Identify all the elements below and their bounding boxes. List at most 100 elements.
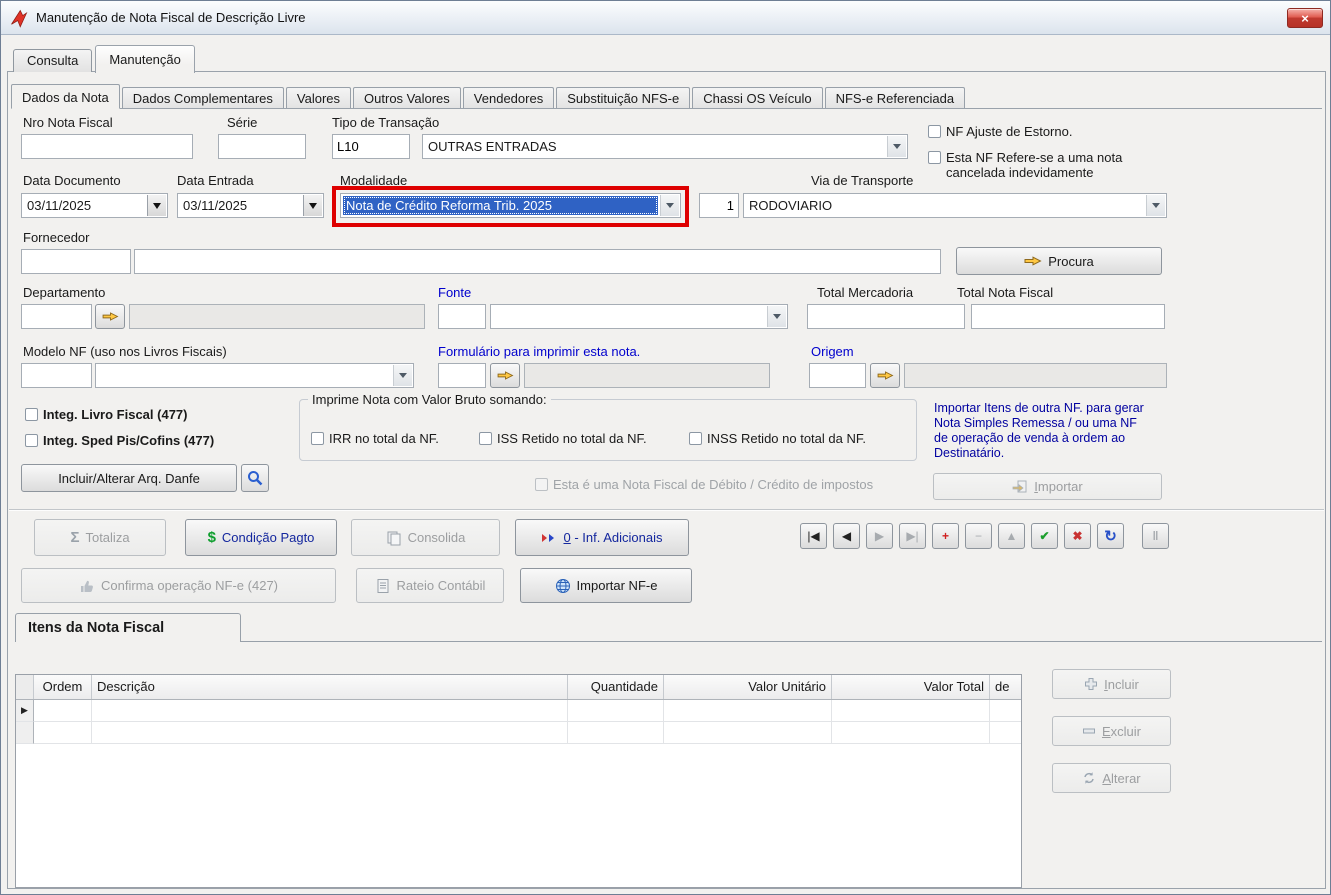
nav-prior-button[interactable]: ◀ bbox=[833, 523, 860, 549]
iss-checkbox[interactable]: ISS Retido no total da NF. bbox=[479, 431, 647, 446]
col-ordem[interactable]: Ordem bbox=[34, 675, 92, 699]
alterar-label: Alterar bbox=[1102, 770, 1141, 786]
rateio-contabil-button: Rateio Contábil bbox=[356, 568, 504, 603]
via-transporte-code-input[interactable] bbox=[699, 193, 739, 218]
departamento-code-input[interactable] bbox=[21, 304, 92, 329]
dollar-icon: $ bbox=[207, 529, 216, 546]
tab-nfse-referenciada[interactable]: NFS-e Referenciada bbox=[824, 87, 966, 108]
total-mercadoria-input[interactable] bbox=[807, 304, 965, 329]
total-nota-fiscal-input[interactable] bbox=[971, 304, 1165, 329]
chevron-down-icon[interactable] bbox=[767, 306, 786, 327]
chevron-down-icon[interactable] bbox=[660, 195, 679, 216]
chevron-down-icon[interactable] bbox=[1146, 195, 1165, 216]
tab-chassi-os-veiculo[interactable]: Chassi OS Veículo bbox=[692, 87, 823, 108]
col-de[interactable]: de bbox=[990, 675, 1021, 699]
modelo-nf-select[interactable] bbox=[95, 363, 414, 388]
checkbox-box bbox=[311, 432, 324, 445]
hint-line: Nota Simples Remessa / ou uma NF bbox=[934, 416, 1137, 430]
serie-input[interactable] bbox=[218, 134, 306, 159]
fornecedor-name-input[interactable] bbox=[134, 249, 941, 274]
tab-vendedores[interactable]: Vendedores bbox=[462, 87, 555, 108]
chevron-down-icon[interactable] bbox=[393, 365, 412, 386]
import-sheet-icon bbox=[1012, 479, 1028, 495]
close-icon: × bbox=[1301, 10, 1309, 26]
importar-nfe-button[interactable]: Importar NF-e bbox=[520, 568, 692, 603]
nav-edit-button[interactable]: ▲ bbox=[998, 523, 1025, 549]
col-quantidade[interactable]: Quantidade bbox=[568, 675, 664, 699]
inf-adicionais-button[interactable]: 0 - Inf. Adicionais bbox=[515, 519, 689, 556]
nav-hold-button[interactable]: ‖ bbox=[1142, 523, 1169, 549]
nav-first-button[interactable]: |◀ bbox=[800, 523, 827, 549]
refresh-arrows-icon bbox=[1082, 771, 1096, 785]
nf-ajuste-estorno-checkbox[interactable]: NF Ajuste de Estorno. bbox=[928, 124, 1072, 139]
hand-pointer-icon bbox=[102, 310, 119, 323]
nav-cancel-button[interactable]: ✖ bbox=[1064, 523, 1091, 549]
chevron-down-icon[interactable] bbox=[147, 195, 166, 216]
nro-nota-fiscal-input[interactable] bbox=[21, 134, 193, 159]
condicao-pagto-button[interactable]: $ Condição Pagto bbox=[185, 519, 337, 556]
col-valor-total[interactable]: Valor Total bbox=[832, 675, 990, 699]
magnifier-icon bbox=[247, 470, 263, 486]
close-button[interactable]: × bbox=[1287, 8, 1323, 28]
tab-dados-complementares[interactable]: Dados Complementares bbox=[121, 87, 284, 108]
danfe-search-button[interactable] bbox=[241, 464, 269, 492]
modalidade-select[interactable]: Nota de Crédito Reforma Trib. 2025 bbox=[340, 193, 681, 218]
tab-manutencao[interactable]: Manutenção bbox=[95, 45, 195, 73]
via-transporte-value: RODOVIARIO bbox=[749, 198, 833, 213]
formulario-code-input[interactable] bbox=[438, 363, 486, 388]
items-grid[interactable]: Ordem Descrição Quantidade Valor Unitári… bbox=[15, 674, 1022, 888]
tab-substituicao-nfse[interactable]: Substituição NFS-e bbox=[556, 87, 691, 108]
tipo-transacao-value: OUTRAS ENTRADAS bbox=[428, 139, 557, 154]
modelo-nf-code-input[interactable] bbox=[21, 363, 92, 388]
via-transporte-select[interactable]: RODOVIARIO bbox=[743, 193, 1167, 218]
itens-nota-fiscal-tab[interactable]: Itens da Nota Fiscal bbox=[15, 613, 241, 642]
integ-livro-fiscal-checkbox[interactable]: Integ. Livro Fiscal (477) bbox=[25, 407, 188, 422]
tab-dados-da-nota[interactable]: Dados da Nota bbox=[11, 84, 120, 109]
row-pointer-icon: ▶ bbox=[21, 705, 28, 715]
tipo-transacao-code-input[interactable] bbox=[332, 134, 410, 159]
data-documento-label: Data Documento bbox=[23, 173, 121, 188]
fornecedor-label: Fornecedor bbox=[23, 230, 90, 245]
cell-valor-unitario bbox=[664, 722, 832, 744]
total-nota-fiscal-label: Total Nota Fiscal bbox=[957, 285, 1054, 300]
tab-consulta[interactable]: Consulta bbox=[13, 49, 93, 72]
integ-sped-checkbox[interactable]: Integ. Sped Pis/Cofins (477) bbox=[25, 433, 214, 448]
separator bbox=[9, 509, 1324, 511]
chevron-down-icon[interactable] bbox=[887, 136, 906, 157]
cell-quantidade bbox=[568, 722, 664, 744]
departamento-lookup-button[interactable] bbox=[95, 304, 125, 329]
col-descricao[interactable]: Descrição bbox=[92, 675, 568, 699]
data-documento-select[interactable]: 03/11/2025 bbox=[21, 193, 168, 218]
table-row[interactable]: ▶ bbox=[16, 700, 1021, 722]
nf-cancelada-checkbox[interactable]: Esta NF Refere-se a uma nota cancelada i… bbox=[928, 150, 1136, 180]
nav-insert-button[interactable]: + bbox=[932, 523, 959, 549]
nav-post-button[interactable]: ✔ bbox=[1031, 523, 1058, 549]
nav-refresh-button[interactable]: ↻ bbox=[1097, 523, 1124, 549]
col-valor-unitario[interactable]: Valor Unitário bbox=[664, 675, 832, 699]
fonte-select[interactable] bbox=[490, 304, 788, 329]
nav-last-button[interactable]: ▶| bbox=[899, 523, 926, 549]
nav-next-button[interactable]: ▶ bbox=[866, 523, 893, 549]
hint-line: Destinatário. bbox=[934, 446, 1005, 460]
chevron-down-icon[interactable] bbox=[303, 195, 322, 216]
inss-checkbox[interactable]: INSS Retido no total da NF. bbox=[689, 431, 866, 446]
tab-outros-valores[interactable]: Outros Valores bbox=[353, 87, 461, 108]
origem-lookup-button[interactable] bbox=[870, 363, 900, 388]
irr-checkbox[interactable]: IRR no total da NF. bbox=[311, 431, 439, 446]
consolida-sheets-icon bbox=[386, 530, 402, 546]
origem-code-input[interactable] bbox=[809, 363, 866, 388]
formulario-lookup-button[interactable] bbox=[490, 363, 520, 388]
record-navigator: |◀ ◀ ▶ ▶| + − ▲ ✔ ✖ ↻ ‖ bbox=[800, 523, 1169, 549]
data-entrada-select[interactable]: 03/11/2025 bbox=[177, 193, 324, 218]
incluir-alterar-danfe-button[interactable]: Incluir/Alterar Arq. Danfe bbox=[21, 464, 237, 492]
inf-adicionais-label: 0 - Inf. Adicionais bbox=[563, 530, 663, 545]
procura-button[interactable]: Procura bbox=[956, 247, 1162, 275]
consolida-button: Consolida bbox=[351, 519, 500, 556]
fornecedor-code-input[interactable] bbox=[21, 249, 131, 274]
fonte-code-input[interactable] bbox=[438, 304, 486, 329]
data-documento-value: 03/11/2025 bbox=[27, 198, 92, 213]
tab-valores[interactable]: Valores bbox=[285, 87, 352, 108]
nav-delete-button[interactable]: − bbox=[965, 523, 992, 549]
table-row[interactable] bbox=[16, 722, 1021, 744]
tipo-transacao-select[interactable]: OUTRAS ENTRADAS bbox=[422, 134, 908, 159]
